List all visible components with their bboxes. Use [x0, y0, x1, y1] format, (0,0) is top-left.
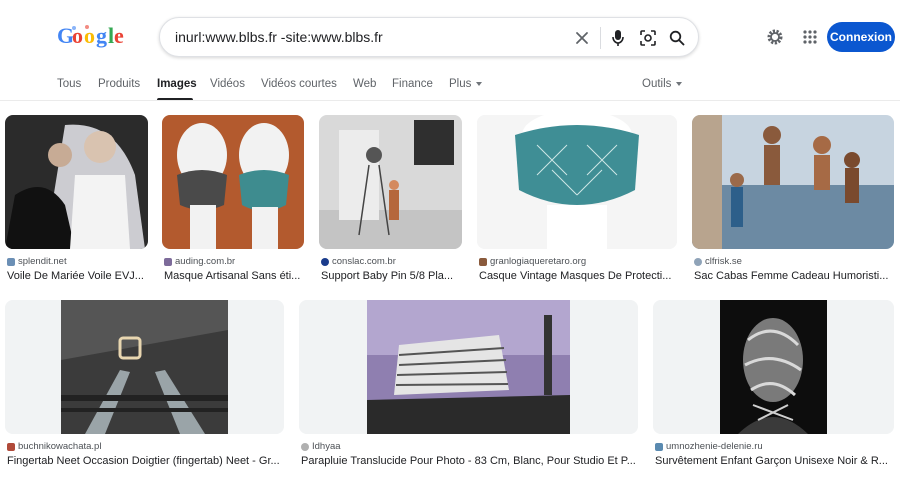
site-favicon-icon: [301, 442, 309, 451]
source-name: granlogiaqueretaro.org: [490, 256, 587, 267]
source-name: auding.com.br: [175, 256, 236, 267]
google-logo[interactable]: G o o g l e: [57, 22, 127, 50]
result-source: umnozhenie-delenie.ru: [655, 441, 763, 452]
image-result[interactable]: Idhyaa Parapluie Translucide Pour Photo …: [299, 300, 638, 472]
search-button[interactable]: [666, 27, 688, 49]
tab-videos[interactable]: Vidéos: [210, 78, 245, 90]
result-source: clfrisk.se: [694, 256, 742, 267]
source-name: umnozhenie-delenie.ru: [666, 441, 763, 452]
gear-icon: [767, 29, 783, 45]
site-favicon-icon: [655, 442, 663, 451]
tab-finance[interactable]: Finance: [392, 78, 433, 90]
tab-more-label: Plus: [449, 78, 472, 90]
result-thumbnail: [319, 115, 462, 249]
site-favicon-icon: [479, 257, 487, 266]
image-search-button[interactable]: [637, 27, 659, 49]
google-apps-button[interactable]: [798, 25, 822, 49]
result-source: splendit.net: [7, 256, 67, 267]
source-name: buchnikowachata.pl: [18, 441, 102, 452]
source-name: splendit.net: [18, 256, 67, 267]
chevron-down-icon: [676, 81, 683, 86]
result-title[interactable]: Sac Cabas Femme Cadeau Humoristi...: [694, 270, 894, 282]
signin-button[interactable]: Connexion: [827, 22, 895, 52]
tools-label: Outils: [642, 78, 672, 90]
image-result[interactable]: conslac.com.br Support Baby Pin 5/8 Pla.…: [319, 115, 462, 285]
source-name: Idhyaa: [312, 441, 341, 452]
image-result[interactable]: auding.com.br Masque Artisanal Sans éti.…: [162, 115, 304, 285]
result-source: conslac.com.br: [321, 256, 396, 267]
result-source: Idhyaa: [301, 441, 341, 452]
result-thumbnail: [5, 300, 284, 434]
search-tabs: Tous Produits Images Vidéos Vidéos court…: [0, 72, 900, 101]
source-name: clfrisk.se: [705, 256, 742, 267]
result-thumbnail: [299, 300, 638, 434]
tab-web[interactable]: Web: [353, 78, 376, 90]
image-result[interactable]: clfrisk.se Sac Cabas Femme Cadeau Humori…: [692, 115, 894, 285]
result-title[interactable]: Parapluie Translucide Pour Photo - 83 Cm…: [301, 455, 638, 467]
header-divider: [0, 100, 900, 101]
result-title[interactable]: Voile De Mariée Voile EVJ...: [7, 270, 148, 282]
voice-search-button[interactable]: [607, 27, 629, 49]
search-icon: [669, 30, 685, 46]
image-result[interactable]: splendit.net Voile De Mariée Voile EVJ..…: [5, 115, 148, 285]
site-favicon-icon: [694, 257, 702, 266]
chevron-down-icon: [476, 81, 483, 86]
result-title[interactable]: Fingertab Neet Occasion Doigtier (finger…: [7, 455, 284, 467]
lens-icon: [640, 30, 656, 46]
close-icon: [576, 32, 588, 44]
result-thumbnail: [162, 115, 304, 249]
search-input[interactable]: [175, 18, 565, 56]
result-source: buchnikowachata.pl: [7, 441, 101, 452]
result-thumbnail: [692, 115, 894, 249]
settings-button[interactable]: [763, 25, 787, 49]
source-name: conslac.com.br: [332, 256, 396, 267]
result-thumbnail: [5, 115, 148, 249]
tools-button[interactable]: Outils: [642, 78, 683, 90]
search-bar[interactable]: [159, 17, 699, 57]
image-result[interactable]: buchnikowachata.pl Fingertab Neet Occasi…: [5, 300, 284, 472]
tab-short-videos[interactable]: Vidéos courtes: [261, 78, 337, 90]
tab-more[interactable]: Plus: [449, 78, 483, 90]
result-title[interactable]: Masque Artisanal Sans éti...: [164, 270, 304, 282]
tab-images[interactable]: Images: [157, 78, 197, 90]
site-favicon-icon: [7, 442, 15, 451]
tab-products[interactable]: Produits: [98, 78, 140, 90]
result-thumbnail: [477, 115, 677, 249]
result-thumbnail: [653, 300, 894, 434]
svg-text:e: e: [114, 23, 124, 48]
image-result[interactable]: granlogiaqueretaro.org Casque Vintage Ma…: [477, 115, 677, 285]
image-result[interactable]: umnozhenie-delenie.ru Survêtement Enfant…: [653, 300, 894, 472]
svg-text:g: g: [96, 23, 107, 48]
apps-grid-icon: [803, 30, 817, 44]
result-title[interactable]: Survêtement Enfant Garçon Unisexe Noir &…: [655, 455, 894, 467]
result-source: auding.com.br: [164, 256, 235, 267]
tab-all[interactable]: Tous: [57, 78, 81, 90]
site-favicon-icon: [7, 257, 15, 266]
result-title[interactable]: Casque Vintage Masques De Protecti...: [479, 270, 677, 282]
clear-search-button[interactable]: [571, 27, 593, 49]
site-favicon-icon: [321, 257, 329, 266]
microphone-icon: [612, 30, 624, 46]
site-favicon-icon: [164, 257, 172, 266]
result-title[interactable]: Support Baby Pin 5/8 Pla...: [321, 270, 462, 282]
search-divider: [600, 27, 601, 49]
result-source: granlogiaqueretaro.org: [479, 256, 586, 267]
